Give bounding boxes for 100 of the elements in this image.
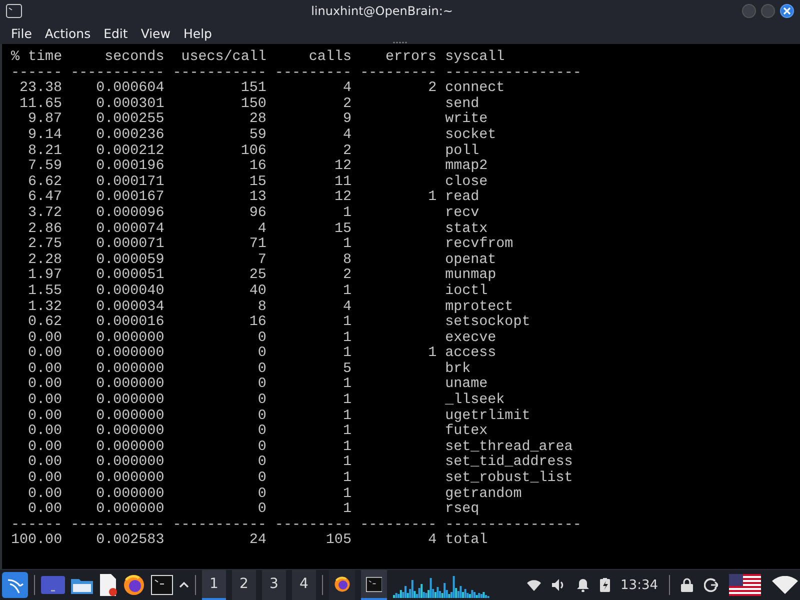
table-cell-text: 11	[333, 174, 352, 190]
table-cell-text: 8.21	[27, 144, 62, 160]
table-cell-text: 0.000212	[95, 144, 164, 160]
total-cell-text: 0.002583	[95, 533, 164, 549]
table-cell-text: 9.14	[27, 128, 62, 144]
table-cell-text: openat	[445, 252, 498, 268]
clock-text[interactable]: 13:34	[620, 578, 658, 592]
column-header: % time	[11, 50, 62, 66]
wifi-icon[interactable]	[772, 576, 798, 594]
workspace-tab[interactable]: 1	[202, 570, 226, 600]
logout-icon[interactable]	[704, 578, 718, 592]
menu-item[interactable]: Actions	[44, 26, 91, 40]
total-cell-text: 105	[324, 533, 352, 549]
table-cell-text: 2	[342, 144, 352, 160]
table-cell-text: 4	[342, 128, 352, 144]
battery-icon[interactable]	[600, 578, 610, 592]
table-cell-text: 16	[248, 159, 266, 175]
table-cell-text: 0.000000	[95, 408, 164, 424]
table-cell-text: 0.00	[27, 393, 62, 409]
workspace-tab[interactable]: 3	[262, 570, 286, 600]
bell-icon[interactable]	[576, 578, 589, 592]
table-cell-text: 0.000059	[95, 252, 164, 268]
table-cell-text: 0.000000	[95, 377, 164, 394]
taskbar-task[interactable]	[329, 570, 355, 600]
table-cell-text: 59	[248, 128, 266, 144]
menu-item[interactable]: Help	[183, 26, 212, 40]
terminal-icon	[6, 4, 22, 18]
table-cell-text: mprotect	[445, 300, 514, 314]
table-cell-text: 15	[333, 222, 352, 238]
table-cell-text: 0.000034	[95, 300, 164, 316]
menu-item[interactable]: View	[140, 26, 170, 40]
table-cell-text: 0.000074	[95, 222, 164, 238]
table-cell-text: 0.00	[27, 362, 62, 378]
table-cell-text: 0.00	[27, 377, 62, 394]
table-cell-text: _llseek	[445, 393, 506, 408]
table-cell-text: read	[445, 190, 480, 206]
table-cell-text: 0.62	[27, 315, 62, 331]
table-cell-text: 1.97	[27, 268, 62, 284]
resize-grip-icon[interactable]	[393, 41, 407, 44]
table-cell-text: 16	[248, 315, 266, 331]
wifi-icon[interactable]	[526, 580, 541, 590]
table-cell-text: 25	[248, 268, 266, 284]
table-cell-text: 0.000000	[95, 362, 164, 378]
table-cell-text: 1	[427, 190, 437, 206]
table-cell-text: 0.00	[27, 502, 62, 518]
browser-icon[interactable]	[123, 574, 145, 596]
column-header: seconds	[104, 50, 164, 66]
table-cell-text: 0.000255	[95, 112, 164, 128]
table-cell-text: 1.55	[27, 284, 62, 300]
table-cell-text: 0.000040	[95, 284, 164, 300]
lock-icon[interactable]	[681, 578, 693, 592]
workspace-tab[interactable]: 2	[232, 570, 256, 600]
folder-icon[interactable]	[71, 576, 93, 594]
table-cell-text: close	[445, 174, 489, 190]
table-cell-text: 0	[256, 346, 266, 362]
terminal-icon	[366, 576, 382, 592]
table-cell-text: 0.000171	[95, 174, 164, 190]
total-cell-text: 24	[248, 533, 266, 549]
table-cell-text: set_robust_list	[445, 471, 574, 486]
table-cell-text: 151	[240, 81, 266, 97]
table-cell-text: 2	[342, 96, 352, 112]
table-cell-text: access	[445, 346, 498, 362]
table-rule: ------ ----------- ----------- --------- --------- ----------------	[11, 66, 582, 82]
table-cell-text: 8	[256, 300, 266, 316]
table-cell-text: uname	[445, 377, 489, 392]
menu-item[interactable]: File	[11, 26, 32, 40]
caret-icon[interactable]	[179, 581, 189, 589]
column-header: usecs/call	[180, 50, 266, 66]
table-cell-text: write	[445, 112, 489, 128]
table-cell-text: 23.38	[18, 81, 62, 97]
table-cell-text: 0.000071	[95, 237, 164, 253]
menu-item[interactable]: Edit	[104, 26, 128, 40]
table-cell-text: set_thread_area	[445, 440, 574, 455]
table-cell-text: setsockopt	[445, 315, 532, 331]
table-cell-text: 0.000196	[95, 159, 164, 175]
total-cell-text: total	[445, 533, 489, 549]
table-cell-text: 0.000000	[95, 486, 164, 502]
table-cell-text: 4	[256, 222, 266, 238]
speaker-icon[interactable]	[552, 578, 566, 592]
table-cell-text: 0.000016	[95, 315, 164, 331]
table-cell-text: 0.000000	[95, 393, 164, 409]
table-cell-text: 2.75	[27, 237, 62, 253]
column-header: errors	[384, 50, 437, 66]
table-cell-text: 1	[342, 206, 352, 222]
table-cell-text: 0.000000	[95, 455, 164, 472]
terminal-icon[interactable]	[151, 575, 173, 595]
document-icon[interactable]	[99, 574, 117, 596]
table-cell-text: 1	[342, 330, 352, 346]
flag-icon[interactable]	[729, 574, 761, 596]
table-cell-text: 40	[248, 284, 266, 300]
table-cell-text: 1	[342, 455, 352, 472]
table-cell-text: 1	[342, 486, 352, 502]
close-button[interactable]	[780, 4, 794, 18]
table-cell-text: 0.000301	[95, 96, 164, 112]
workspace-tab[interactable]: 4	[292, 570, 316, 600]
table-cell-text: 1	[342, 346, 352, 362]
table-cell-text: send	[445, 96, 480, 112]
table-cell-text: 0	[256, 424, 266, 440]
table-cell-text: 7.59	[27, 159, 62, 175]
taskbar-task[interactable]	[361, 570, 387, 600]
